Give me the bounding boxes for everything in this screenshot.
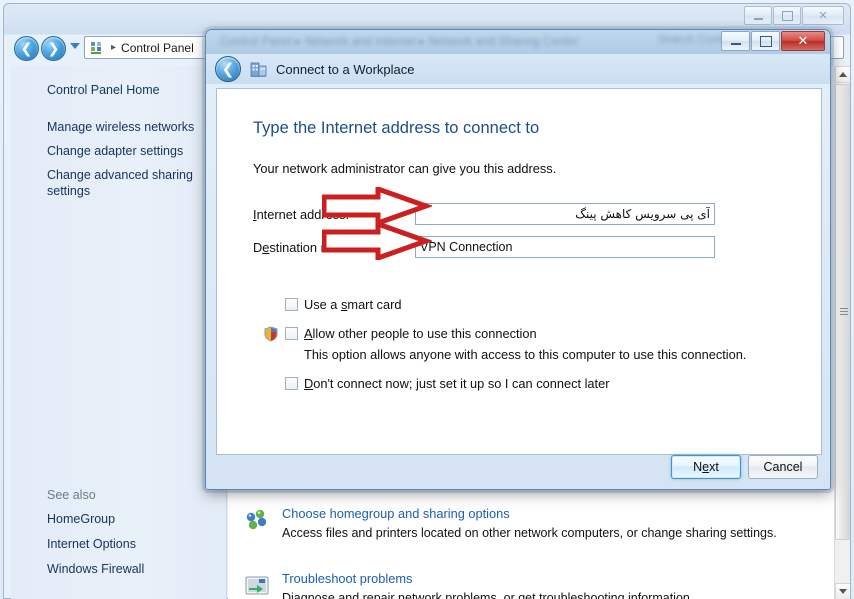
cancel-button[interactable]: Cancel bbox=[748, 455, 818, 479]
maximize-button[interactable] bbox=[773, 6, 801, 25]
sidebar-item-change-advanced-sharing-settings[interactable]: Change advanced sharing settings bbox=[11, 167, 226, 199]
dialog-footer: Next Cancel bbox=[216, 455, 822, 481]
workplace-icon bbox=[250, 60, 268, 78]
dialog-title: Connect to a Workplace bbox=[276, 61, 415, 77]
troubleshoot-icon bbox=[244, 573, 270, 599]
checkbox-dont-connect-now[interactable]: Don't connect now; just set it up so I c… bbox=[285, 376, 609, 391]
list-item-title[interactable]: Choose homegroup and sharing options bbox=[282, 506, 825, 521]
dialog-close-button[interactable]: ✕ bbox=[781, 31, 825, 51]
checkbox-box-icon[interactable] bbox=[285, 298, 298, 311]
sidebar-links: Manage wireless networks Change adapter … bbox=[11, 119, 226, 207]
list-item-troubleshoot: Troubleshoot problems Diagnose and repai… bbox=[244, 571, 825, 599]
dialog-nav-row: ❮ Connect to a Workplace bbox=[206, 54, 830, 84]
back-button[interactable]: ❮ bbox=[14, 36, 39, 61]
connect-to-workplace-dialog: Control Panel ▸ Network and Internet ▸ N… bbox=[205, 29, 831, 490]
breadcrumb-path[interactable]: Control Panel bbox=[121, 41, 194, 55]
vertical-scrollbar[interactable] bbox=[834, 66, 850, 599]
recent-pages-dropdown-icon[interactable] bbox=[70, 43, 80, 49]
scrollbar-thumb[interactable] bbox=[835, 84, 850, 540]
label-rest: mart card bbox=[347, 297, 402, 312]
checkbox-use-smart-card[interactable]: Use a smart card bbox=[285, 297, 401, 312]
minimize-icon bbox=[730, 43, 741, 45]
dialog-maximize-button[interactable] bbox=[751, 31, 780, 51]
control-panel-icon bbox=[89, 40, 105, 56]
sidebar-item-manage-wireless-networks[interactable]: Manage wireless networks bbox=[11, 119, 226, 135]
sidebar-home-section: Control Panel Home bbox=[11, 82, 226, 98]
checkbox-allow-other-people-description: This option allows anyone with access to… bbox=[304, 347, 747, 362]
scroll-down-button[interactable] bbox=[835, 583, 850, 599]
minimize-button[interactable] bbox=[744, 6, 772, 25]
uac-shield-icon bbox=[263, 326, 279, 342]
checkbox-allow-other-people[interactable]: Allow other people to use this connectio… bbox=[285, 326, 537, 341]
label-prefix: D bbox=[253, 240, 263, 255]
sidebar-item-homegroup[interactable]: HomeGroup bbox=[11, 511, 226, 527]
list-item-description: Diagnose and repair network problems, or… bbox=[282, 591, 694, 599]
next-button[interactable]: Next bbox=[671, 455, 741, 479]
label-rest: xt bbox=[709, 460, 719, 474]
sidebar-item-windows-firewall[interactable]: Windows Firewall bbox=[11, 561, 226, 577]
checkbox-label: Use a smart card bbox=[304, 297, 401, 312]
label-prefix: N bbox=[693, 460, 703, 474]
control-panel-title-bar: ✕ bbox=[4, 4, 850, 32]
label-rest: llow other people to use this connection bbox=[312, 326, 537, 341]
forward-button[interactable]: ❯ bbox=[41, 36, 66, 61]
scroll-up-button[interactable] bbox=[835, 66, 850, 83]
internet-address-label: Internet address: bbox=[253, 207, 349, 222]
page-heading: Type the Internet address to connect to bbox=[253, 119, 540, 137]
close-icon: ✕ bbox=[818, 9, 828, 22]
screen: ✕ ❮ ❯ ▸ Control Panel Control Panel Home… bbox=[0, 0, 854, 599]
list-item-description: Access files and printers located on oth… bbox=[282, 526, 777, 540]
breadcrumb-separator: ▸ bbox=[111, 42, 117, 53]
list-item-homegroup: Choose homegroup and sharing options Acc… bbox=[244, 506, 825, 540]
see-also-title: See also bbox=[47, 488, 96, 502]
checkbox-box-icon[interactable] bbox=[285, 327, 298, 340]
page-subtext: Your network administrator can give you … bbox=[253, 161, 557, 176]
label-rest: nternet address: bbox=[256, 207, 350, 222]
checkbox-box-icon[interactable] bbox=[285, 377, 298, 390]
accesskey: D bbox=[304, 376, 314, 391]
close-icon: ✕ bbox=[797, 33, 809, 49]
close-button[interactable]: ✕ bbox=[802, 6, 844, 25]
label-rest: on't connect now; just set it up so I ca… bbox=[313, 376, 610, 391]
minimize-icon bbox=[753, 16, 763, 20]
internet-address-input[interactable] bbox=[415, 203, 715, 225]
label-prefix: Use a bbox=[304, 297, 341, 312]
destination-name-input[interactable] bbox=[415, 236, 715, 258]
chevron-down-icon bbox=[839, 589, 847, 594]
dialog-page: Type the Internet address to connect to … bbox=[216, 88, 822, 455]
chevron-up-icon bbox=[839, 72, 847, 77]
label-rest: stination name: bbox=[269, 240, 357, 255]
dialog-window-controls: ✕ bbox=[721, 31, 825, 51]
sidebar: Control Panel Home Manage wireless netwo… bbox=[11, 66, 227, 599]
maximize-icon bbox=[759, 35, 772, 47]
see-also-section: See also HomeGroup Internet Options Wind… bbox=[11, 488, 226, 586]
checkbox-label: Don't connect now; just set it up so I c… bbox=[304, 376, 609, 391]
checkbox-label: Allow other people to use this connectio… bbox=[304, 326, 537, 341]
scrollbar-grip-icon bbox=[840, 308, 848, 316]
dialog-glass-strip: Control Panel ▸ Network and Internet ▸ N… bbox=[206, 30, 830, 54]
homegroup-icon bbox=[244, 508, 270, 534]
maximize-icon bbox=[781, 10, 793, 21]
sidebar-item-internet-options[interactable]: Internet Options bbox=[11, 536, 226, 552]
accesskey: A bbox=[304, 326, 313, 341]
sidebar-item-change-adapter-settings[interactable]: Change adapter settings bbox=[11, 143, 226, 159]
destination-name-label: Destination name: bbox=[253, 240, 356, 255]
dialog-back-button[interactable]: ❮ bbox=[215, 56, 241, 82]
window-controls: ✕ bbox=[744, 6, 844, 25]
dialog-minimize-button[interactable] bbox=[721, 31, 750, 51]
background-breadcrumb-blurred: Control Panel ▸ Network and Internet ▸ N… bbox=[220, 36, 579, 48]
list-item-title[interactable]: Troubleshoot problems bbox=[282, 571, 825, 586]
sidebar-item-control-panel-home[interactable]: Control Panel Home bbox=[11, 82, 226, 98]
